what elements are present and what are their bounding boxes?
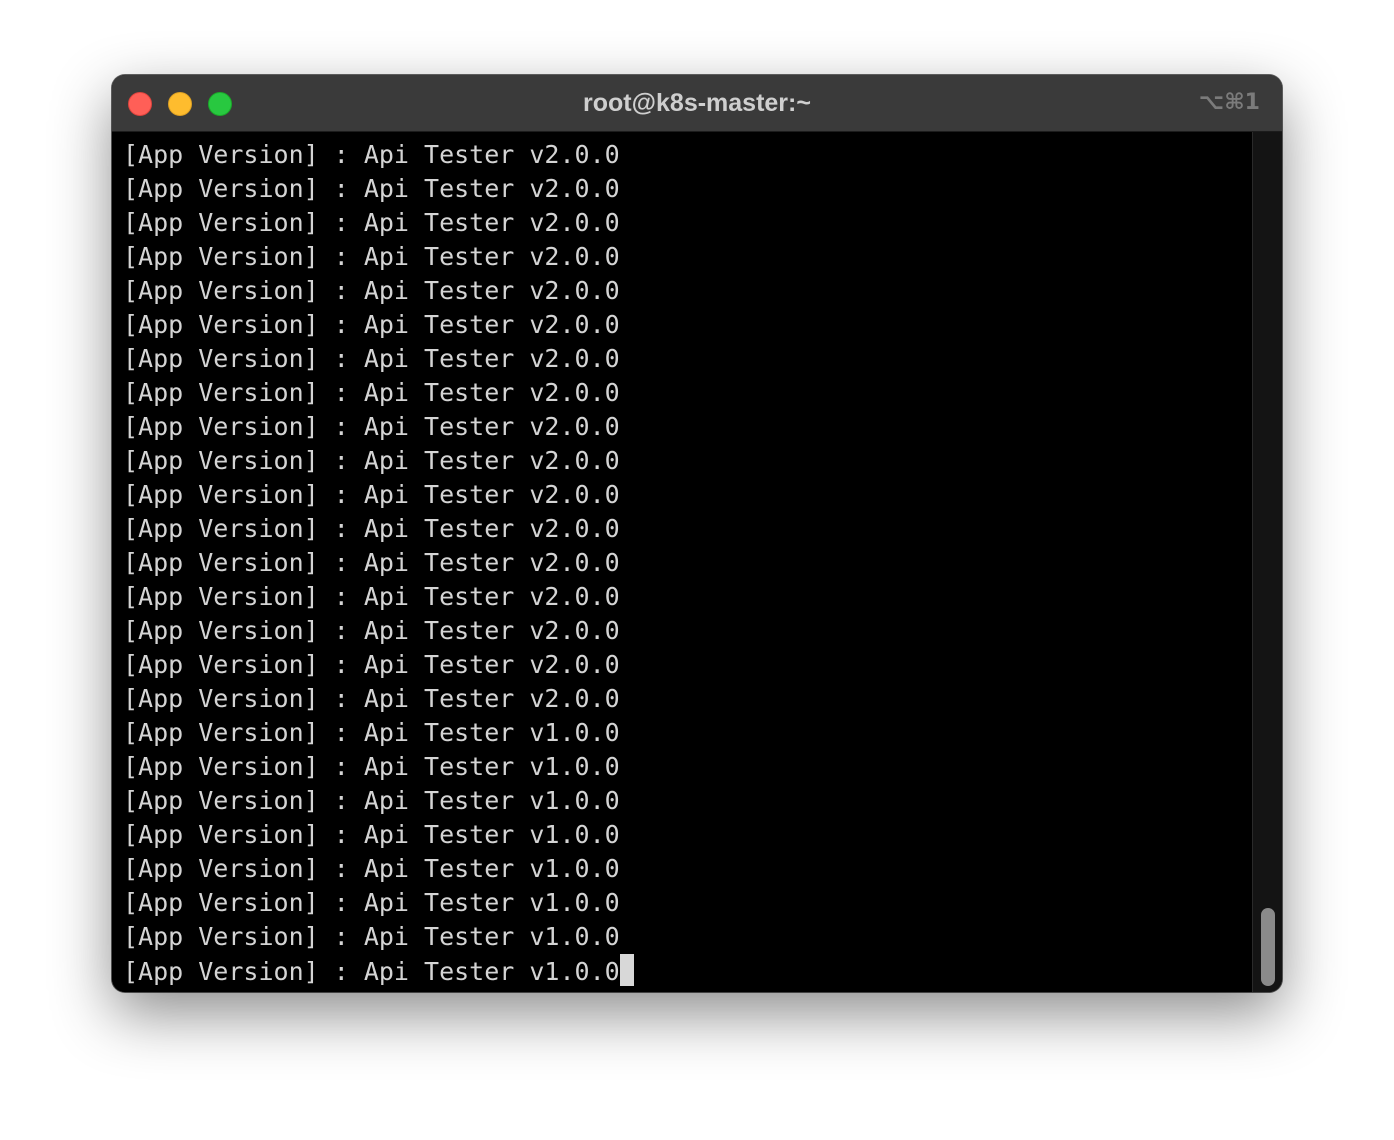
terminal-line: [App Version] : Api Tester v2.0.0 [123, 208, 620, 237]
terminal-line: [App Version] : Api Tester v1.0.0 [123, 786, 620, 815]
terminal-window: root@k8s-master:~ ⌥⌘1 [App Version] : Ap… [112, 75, 1282, 992]
terminal-line: [App Version] : Api Tester v2.0.0 [123, 310, 620, 339]
terminal-line-text: [App Version] : Api Tester v1.0.0 [123, 957, 620, 986]
terminal-line: [App Version] : Api Tester v2.0.0 [123, 480, 620, 509]
terminal-cursor [619, 954, 634, 986]
terminal-line: [App Version] : Api Tester v1.0.0 [123, 718, 620, 747]
terminal-line: [App Version] : Api Tester v2.0.0 [123, 140, 620, 169]
terminal-line: [App Version] : Api Tester v2.0.0 [123, 616, 620, 645]
scrollbar-thumb[interactable] [1261, 908, 1275, 986]
terminal-line: [App Version] : Api Tester v2.0.0 [123, 378, 620, 407]
terminal-line: [App Version] : Api Tester v2.0.0 [123, 548, 620, 577]
title-bar[interactable]: root@k8s-master:~ ⌥⌘1 [112, 75, 1282, 132]
terminal-line: [App Version] : Api Tester v2.0.0 [123, 446, 620, 475]
terminal-line-last: [App Version] : Api Tester v1.0.0 [123, 954, 634, 988]
terminal-line: [App Version] : Api Tester v1.0.0 [123, 820, 620, 849]
terminal-line: [App Version] : Api Tester v1.0.0 [123, 922, 620, 951]
terminal-line: [App Version] : Api Tester v2.0.0 [123, 684, 620, 713]
terminal-output[interactable]: [App Version] : Api Tester v2.0.0 [App V… [112, 132, 1252, 992]
terminal-line: [App Version] : Api Tester v1.0.0 [123, 854, 620, 883]
terminal-line: [App Version] : Api Tester v2.0.0 [123, 582, 620, 611]
terminal-line: [App Version] : Api Tester v2.0.0 [123, 514, 620, 543]
terminal-line: [App Version] : Api Tester v2.0.0 [123, 174, 620, 203]
terminal-line: [App Version] : Api Tester v1.0.0 [123, 888, 620, 917]
terminal-line: [App Version] : Api Tester v2.0.0 [123, 344, 620, 373]
terminal-line: [App Version] : Api Tester v2.0.0 [123, 276, 620, 305]
scrollbar-track[interactable] [1252, 132, 1282, 992]
terminal-line: [App Version] : Api Tester v2.0.0 [123, 412, 620, 441]
window-shortcut-label: ⌥⌘1 [1198, 90, 1260, 115]
terminal-lines: [App Version] : Api Tester v2.0.0 [App V… [123, 138, 634, 988]
terminal-line: [App Version] : Api Tester v1.0.0 [123, 752, 620, 781]
window-title: root@k8s-master:~ [583, 89, 811, 117]
terminal-line: [App Version] : Api Tester v2.0.0 [123, 242, 620, 271]
terminal-line: [App Version] : Api Tester v2.0.0 [123, 650, 620, 679]
